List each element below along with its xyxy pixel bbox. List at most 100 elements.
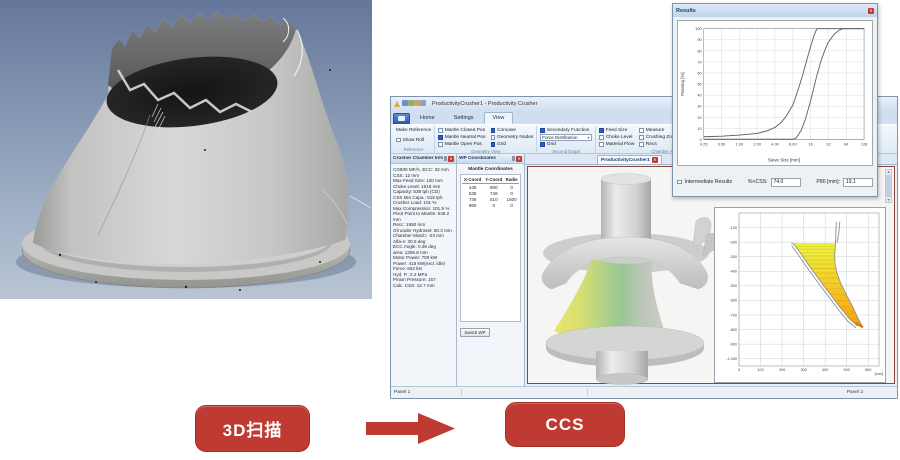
svg-text:600: 600: [865, 368, 871, 372]
status-panel-2: Panel 2: [847, 390, 863, 395]
ribbon-item-mantle-open-pos[interactable]: Mantle Open Pos: [438, 141, 485, 148]
close-icon[interactable]: ✕: [516, 156, 522, 162]
file-menu-button[interactable]: [393, 113, 410, 124]
svg-text:300: 300: [800, 368, 806, 372]
svg-text:-700: -700: [729, 313, 737, 317]
checkbox-icon[interactable]: [491, 135, 496, 140]
wp-coordinates-panel: WP Coordinates ✕ Mantle Coordinates X-Co…: [457, 154, 525, 386]
chevron-down-icon[interactable]: ▼: [587, 136, 590, 140]
wp-panel-title: WP Coordinates: [459, 156, 511, 161]
window-title: ProductivityCrusher1 - Productivity Crus…: [432, 101, 537, 107]
p80-label: P80 [mm]:: [816, 179, 840, 185]
ribbon-item-geometry-nodes[interactable]: Geometry Nodes: [491, 134, 534, 141]
checkbox-icon[interactable]: [438, 128, 443, 133]
checkbox-icon[interactable]: [599, 142, 604, 147]
wp-coordinates-list[interactable]: X-CoordY-CoordRadie 44580005357460746510…: [460, 174, 521, 322]
3d-scan-step-button[interactable]: 3D扫描: [195, 405, 310, 452]
checkbox-icon[interactable]: [599, 135, 604, 140]
table-row[interactable]: 96000: [462, 202, 519, 208]
tab-home[interactable]: Home: [411, 112, 444, 124]
checkbox-icon[interactable]: [639, 142, 644, 147]
checkbox-icon[interactable]: [540, 128, 545, 133]
intermediate-results-checkbox[interactable]: [677, 180, 682, 185]
table-row[interactable]: 5357460: [462, 190, 519, 196]
ribbon-item-concave[interactable]: Concave: [491, 127, 534, 134]
checkbox-icon[interactable]: [639, 135, 644, 140]
scroll-thumb[interactable]: [886, 175, 891, 197]
svg-text:64: 64: [844, 141, 849, 146]
scroll-down-icon[interactable]: ▼: [887, 198, 890, 202]
checkbox-icon[interactable]: [491, 128, 496, 133]
ribbon-item-label: Feed Size: [606, 128, 628, 133]
ribbon-item-feed-size[interactable]: Feed Size: [599, 127, 634, 134]
results-titlebar[interactable]: Results ✕: [673, 4, 877, 17]
chamber-panel-header[interactable]: Crusher Chamber Info. ✕: [391, 154, 456, 164]
ribbon-item-label: Make Reference: [396, 128, 431, 133]
ribbon-item-label: Concave: [497, 128, 516, 133]
svg-text:-300: -300: [729, 255, 737, 259]
svg-text:8.00: 8.00: [789, 141, 797, 146]
ribbon-item-mantle-neutral-pos[interactable]: Mantle Neutral Pos: [438, 134, 485, 141]
ccs-step-button[interactable]: CCS: [505, 402, 625, 447]
p80-value-field[interactable]: [843, 178, 873, 187]
ribbon-item-grid[interactable]: Grid: [491, 141, 534, 148]
svg-text:2.00: 2.00: [753, 141, 761, 146]
ribbon-item-material-flow[interactable]: Material Flow: [599, 141, 634, 148]
ribbon-item-label: Material Flow: [606, 142, 635, 147]
ribbon-item-show-roll[interactable]: Show Roll: [396, 137, 431, 144]
close-icon[interactable]: ✕: [868, 8, 874, 14]
switch-wp-button[interactable]: Switch WP: [460, 328, 490, 337]
table-row[interactable]: 7465101500: [462, 196, 519, 202]
ribbon-item-secondary-function[interactable]: Secondary Function: [540, 127, 592, 134]
table-row[interactable]: 4458000: [462, 184, 519, 191]
svg-text:90: 90: [697, 37, 702, 42]
results-controls: Intermediate Results %<CSS: P80 [mm]:: [673, 168, 877, 196]
customize-icon[interactable]: [420, 100, 426, 106]
svg-text:20: 20: [697, 115, 702, 120]
psd-chart: 0.250.501.002.004.008.001632641280102030…: [678, 21, 872, 165]
3d-scan-viewport[interactable]: [0, 0, 372, 299]
crusher-model-view[interactable]: 0100200300400500600-100-200-300-400-500-…: [527, 166, 895, 384]
checkbox-icon[interactable]: [540, 142, 545, 147]
ribbon-item-label: Measure: [646, 128, 665, 133]
chamber-info-line: Calc. CSS: 12.7 mm: [393, 283, 454, 289]
svg-text:50: 50: [697, 82, 702, 87]
checkbox-icon[interactable]: [599, 128, 604, 133]
tab-view[interactable]: View: [484, 112, 514, 124]
svg-text:10: 10: [697, 126, 702, 131]
document-tab[interactable]: ProductivityCrusher1 ✕: [597, 155, 662, 164]
checkbox-icon[interactable]: [639, 128, 644, 133]
checkbox-icon[interactable]: [396, 138, 401, 143]
tab-settings[interactable]: Settings: [445, 112, 483, 124]
checkbox-icon[interactable]: [438, 135, 443, 140]
pin-icon[interactable]: [512, 156, 515, 161]
pin-icon[interactable]: [444, 156, 447, 161]
close-icon[interactable]: ✕: [652, 157, 658, 163]
svg-text:-200: -200: [729, 240, 737, 244]
scroll-up-icon[interactable]: ▲: [887, 170, 890, 174]
checkbox-icon[interactable]: [438, 142, 443, 147]
ribbon-item-make-reference[interactable]: Make Reference: [396, 127, 431, 134]
ribbon-item-grid[interactable]: Grid: [540, 141, 592, 148]
close-icon[interactable]: ✕: [448, 156, 454, 162]
quick-access-toolbar[interactable]: [402, 100, 426, 108]
css-label: %<CSS:: [748, 179, 768, 185]
css-value-field[interactable]: [771, 178, 801, 187]
force-distribution-dropdown[interactable]: Force Distribution▼: [540, 134, 592, 141]
wp-panel-header[interactable]: WP Coordinates ✕: [457, 154, 524, 164]
ribbon-item-force-distribution[interactable]: Force Distribution▼: [540, 134, 592, 141]
checkbox-icon[interactable]: [491, 142, 496, 147]
chamber-profile-chart-panel[interactable]: 0100200300400500600-100-200-300-400-500-…: [714, 207, 886, 383]
svg-text:70: 70: [697, 59, 702, 64]
ribbon-item-label: Mantle Closed Pos: [445, 128, 485, 133]
vertical-scrollbar[interactable]: ▲ ▼: [885, 169, 892, 203]
ribbon-group-reference: Make ReferenceShow RollReference: [393, 126, 435, 153]
ribbon-group-geometry-view: Mantle Closed PosMantle Neutral PosMantl…: [435, 126, 537, 153]
ribbon-item-mantle-closed-pos[interactable]: Mantle Closed Pos: [438, 127, 485, 134]
ribbon-item-choke-level[interactable]: Choke Level: [599, 134, 634, 141]
svg-text:1.00: 1.00: [736, 141, 744, 146]
document-tab-label: ProductivityCrusher1: [601, 158, 650, 163]
column-header: Y-Coord: [483, 176, 504, 184]
column-header: X-Coord: [462, 176, 483, 184]
ribbon-item-label: Secondary Function: [547, 128, 590, 133]
